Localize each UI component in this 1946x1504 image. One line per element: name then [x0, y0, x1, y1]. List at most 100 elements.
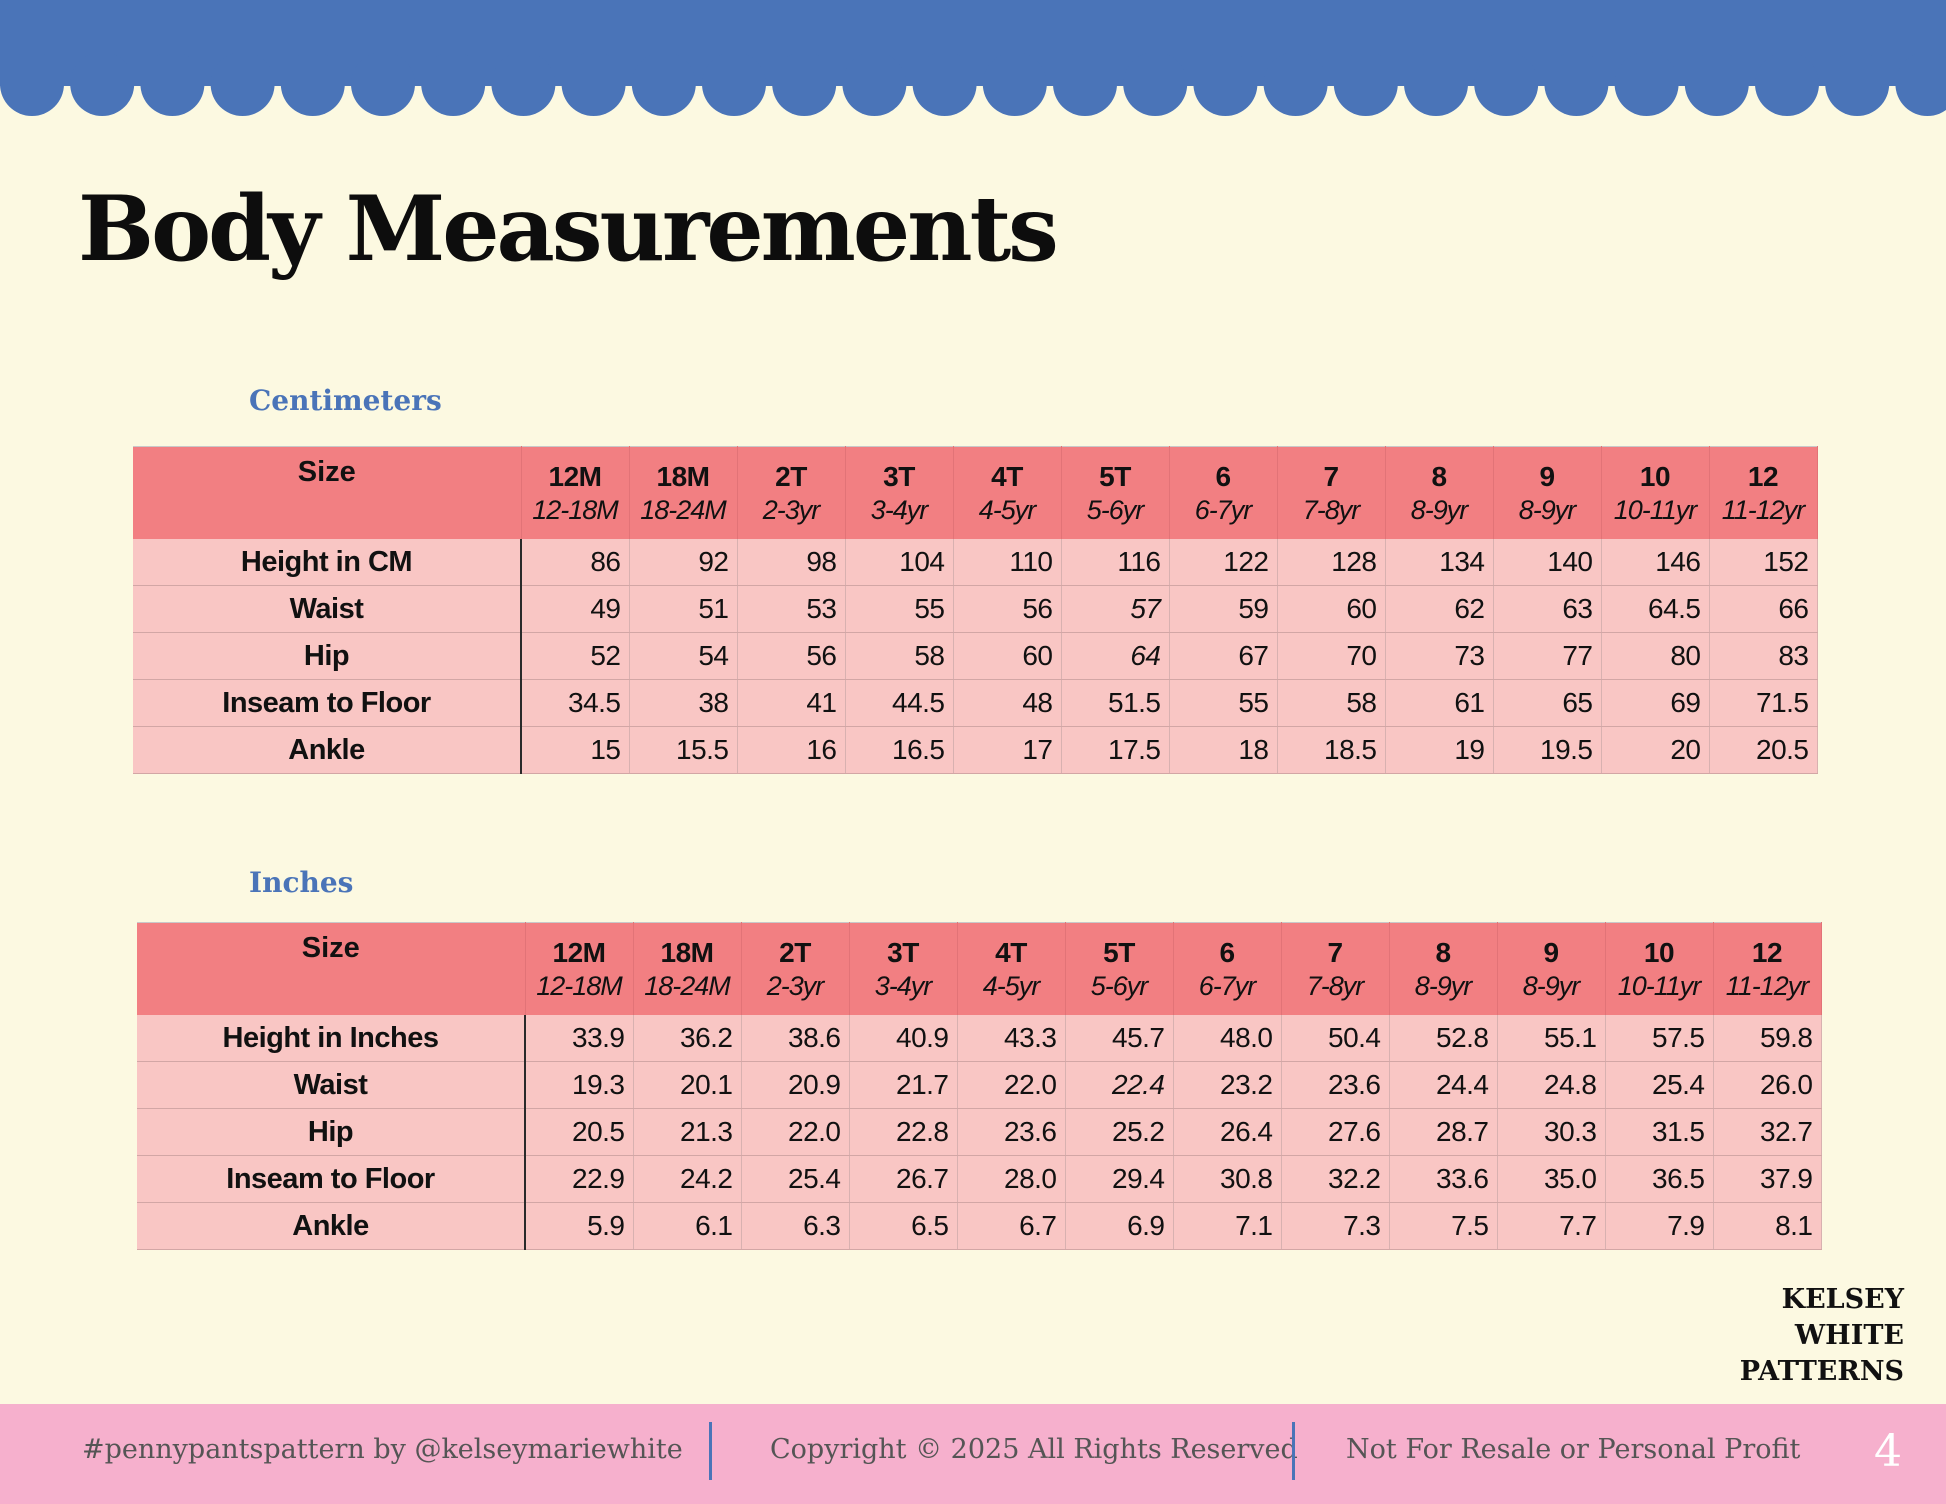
size-column-header: 3T 3-4yr — [845, 446, 954, 539]
measurement-value: 15 — [521, 726, 630, 774]
measurement-value: 134 — [1385, 539, 1494, 586]
size-age-range: 7-8yr — [1306, 970, 1365, 1001]
measurement-label: Inseam to Floor — [137, 1155, 526, 1203]
measurement-label: Height in CM — [133, 539, 522, 586]
measurement-value: 5.9 — [525, 1202, 634, 1250]
size-code: 10 — [1639, 461, 1671, 492]
measurement-value: 26.7 — [849, 1155, 958, 1203]
measurement-value: 128 — [1277, 539, 1386, 586]
measurement-value: 69 — [1601, 679, 1710, 727]
size-code: 12 — [1747, 461, 1779, 492]
measurement-value: 6.1 — [633, 1202, 742, 1250]
table-row: Height in Inches 33.9 36.2 38.6 40.9 43.3 45.7… — [137, 1015, 1822, 1062]
measurement-value: 104 — [845, 539, 954, 586]
measurement-value: 16.5 — [845, 726, 954, 774]
footer-divider — [1292, 1422, 1295, 1480]
brand-logo: KELSEY WHITE PATTERNS — [1740, 1282, 1904, 1390]
size-column-header: 8 8-9yr — [1385, 446, 1494, 539]
size-age-range: 6-7yr — [1194, 494, 1253, 525]
measurement-value: 56 — [737, 632, 846, 680]
size-age-range: 12-18M — [532, 494, 619, 525]
measurement-value: 92 — [629, 539, 738, 586]
measurement-value: 35.0 — [1497, 1155, 1606, 1203]
measurement-value: 70 — [1277, 632, 1386, 680]
measurement-value: 16 — [737, 726, 846, 774]
measurement-value: 59 — [1169, 585, 1278, 633]
measurement-value: 52.8 — [1389, 1015, 1498, 1062]
centimeters-label: Centimeters — [249, 384, 442, 417]
measurement-value: 55 — [845, 585, 954, 633]
measurement-value: 26.0 — [1713, 1061, 1822, 1109]
measurement-value: 23.6 — [1281, 1061, 1390, 1109]
measurement-value: 71.5 — [1709, 679, 1818, 727]
measurement-value: 32.7 — [1713, 1108, 1822, 1156]
size-column-header: 18M 18-24M — [633, 922, 742, 1015]
measurement-value: 63 — [1493, 585, 1602, 633]
measurement-value: 19 — [1385, 726, 1494, 774]
size-age-range: 6-7yr — [1198, 970, 1257, 1001]
measurement-value: 38.6 — [741, 1015, 850, 1062]
measurement-value: 86 — [521, 539, 630, 586]
measurement-value: 7.3 — [1281, 1202, 1390, 1250]
measurement-value: 43.3 — [957, 1015, 1066, 1062]
size-code: 18M — [660, 937, 714, 968]
measurement-value: 80 — [1601, 632, 1710, 680]
measurement-value: 67 — [1169, 632, 1278, 680]
size-code: 4T — [995, 937, 1027, 968]
table-row: Waist 19.3 20.1 20.9 21.7 22.0 22.4 23.2 23.6 24.… — [137, 1061, 1822, 1109]
centimeters-table: Size 12M 12-18M 18M 18-24M 2T 2-3yr 3T 3-4yr 4T 4… — [133, 446, 1818, 774]
measurement-value: 19.3 — [525, 1061, 634, 1109]
size-code: 6 — [1219, 937, 1235, 968]
measurement-value: 6.9 — [1065, 1202, 1174, 1250]
measurement-value: 33.6 — [1389, 1155, 1498, 1203]
measurement-value: 77 — [1493, 632, 1602, 680]
measurement-value: 22.0 — [741, 1108, 850, 1156]
brand-line: PATTERNS — [1739, 1356, 1904, 1387]
footer-hashtag: #pennypantspattern by @kelseymariewhite — [82, 1434, 683, 1465]
table-header-row: Size 12M 12-18M 18M 18-24M 2T 2-3yr 3T 3-4yr 4T 4… — [133, 446, 1818, 539]
size-column-header: 7 7-8yr — [1281, 922, 1390, 1015]
measurement-value: 38 — [629, 679, 738, 727]
measurement-value: 57 — [1061, 585, 1170, 633]
measurement-value: 51 — [629, 585, 738, 633]
size-code: 9 — [1539, 461, 1555, 492]
size-code: 3T — [887, 937, 919, 968]
measurement-value: 98 — [737, 539, 846, 586]
measurement-value: 20.5 — [1709, 726, 1818, 774]
size-column-header: 7 7-8yr — [1277, 446, 1386, 539]
scalloped-header-band — [0, 0, 1946, 116]
measurement-value: 18 — [1169, 726, 1278, 774]
measurement-value: 27.6 — [1281, 1108, 1390, 1156]
measurement-value: 62 — [1385, 585, 1494, 633]
measurement-label: Hip — [137, 1108, 526, 1156]
size-column-header: 10 10-11yr — [1601, 446, 1710, 539]
measurement-value: 64.5 — [1601, 585, 1710, 633]
measurement-value: 6.3 — [741, 1202, 850, 1250]
table-row: Ankle 15 15.5 16 16.5 17 17.5 18 18.5 19 19.5 20 20.… — [133, 726, 1818, 774]
measurement-value: 20.5 — [525, 1108, 634, 1156]
measurement-value: 19.5 — [1493, 726, 1602, 774]
measurement-value: 6.5 — [849, 1202, 958, 1250]
size-column-header: 9 8-9yr — [1493, 446, 1602, 539]
table-row: Height in CM 86 92 98 104 110 116 122 128 134 140 1… — [133, 539, 1818, 586]
measurement-value: 64 — [1061, 632, 1170, 680]
measurement-value: 7.1 — [1173, 1202, 1282, 1250]
measurement-value: 30.8 — [1173, 1155, 1282, 1203]
measurement-value: 50.4 — [1281, 1015, 1390, 1062]
size-code: 7 — [1323, 461, 1339, 492]
size-age-range: 8-9yr — [1410, 494, 1469, 525]
footer-notice: Not For Resale or Personal Profit — [1346, 1434, 1801, 1465]
footer-bar: #pennypantspattern by @kelseymariewhite … — [0, 1404, 1946, 1504]
measurement-value: 58 — [1277, 679, 1386, 727]
size-age-range: 18-24M — [644, 970, 731, 1001]
size-age-range: 2-3yr — [762, 494, 821, 525]
size-code: 8 — [1435, 937, 1451, 968]
measurement-value: 37.9 — [1713, 1155, 1822, 1203]
measurement-value: 6.7 — [957, 1202, 1066, 1250]
measurement-value: 25.2 — [1065, 1108, 1174, 1156]
measurement-value: 17 — [953, 726, 1062, 774]
measurement-value: 66 — [1709, 585, 1818, 633]
measurement-value: 26.4 — [1173, 1108, 1282, 1156]
size-age-range: 11-12yr — [1725, 970, 1810, 1001]
measurement-value: 152 — [1709, 539, 1818, 586]
